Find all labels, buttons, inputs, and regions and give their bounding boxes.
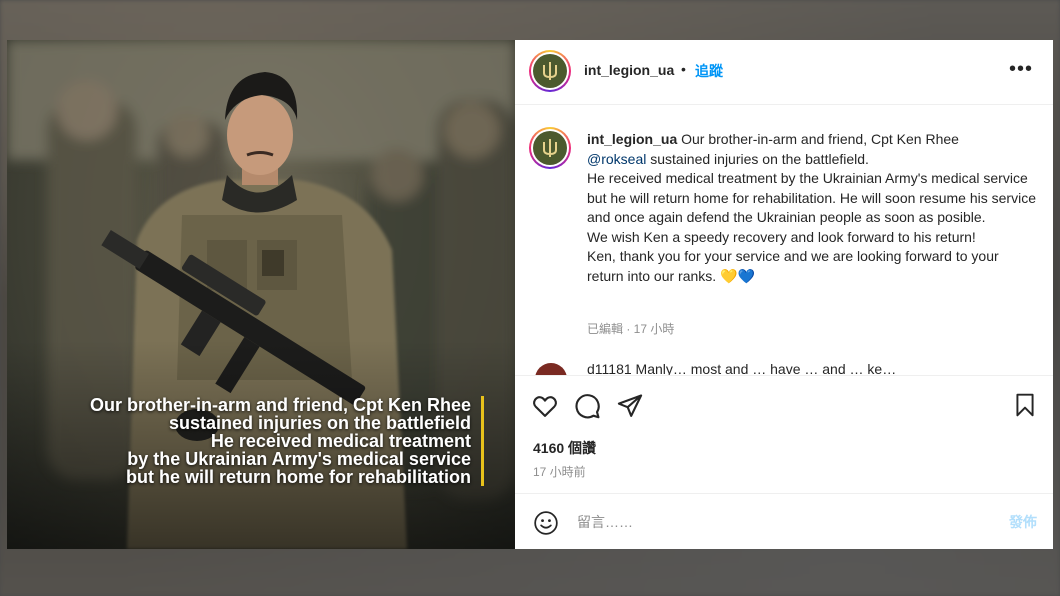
avatar[interactable] xyxy=(535,363,567,375)
photo-caption-line: by the Ukrainian Army's medical service xyxy=(127,449,471,469)
caption-text: int_legion_ua Our brother-in-arm and fri… xyxy=(587,130,1037,286)
post-details-panel: int_legion_ua • 追蹤 ••• int_legion_ua Our… xyxy=(515,40,1053,549)
comment-composer: 發佈 xyxy=(515,493,1053,549)
post-comment-button[interactable]: 發佈 xyxy=(1009,512,1037,532)
action-bar: 4160 個讚 17 小時前 xyxy=(515,375,1053,494)
photo-caption: Our brother-in-arm and friend, Cpt Ken R… xyxy=(90,396,471,486)
photo-caption-line: He received medical treatment xyxy=(210,431,471,451)
caption-username[interactable]: int_legion_ua xyxy=(587,131,677,147)
edited-timestamp: 已編輯 · 17 小時 xyxy=(587,322,675,336)
trident-icon xyxy=(543,62,557,80)
send-icon[interactable] xyxy=(616,392,644,420)
caption-accent-bar xyxy=(481,396,484,486)
blue-heart-icon: 💙 xyxy=(737,267,755,284)
more-horizontal-icon[interactable]: ••• xyxy=(1009,58,1033,81)
emoji-icon[interactable] xyxy=(533,510,559,536)
comment-icon[interactable] xyxy=(573,392,601,420)
yellow-heart-icon: 💛 xyxy=(720,267,738,284)
post-time[interactable]: 17 小時前 xyxy=(533,463,586,480)
photo-caption-line: sustained injuries on the battlefield xyxy=(168,413,471,433)
caption-paragraph: He received medical treatment by the Ukr… xyxy=(587,170,1036,225)
caption-paragraph: We wish Ken a speedy recovery and look f… xyxy=(587,228,976,245)
caption-section: int_legion_ua Our brother-in-arm and fri… xyxy=(515,105,1053,375)
mention-link[interactable]: @rokseal xyxy=(587,151,646,167)
comment-peek-text: d11181 Manly… most and … have … and … ke… xyxy=(587,363,897,375)
trident-icon xyxy=(543,139,557,157)
post-modal: Our brother-in-arm and friend, Cpt Ken R… xyxy=(7,40,1053,549)
caption-line: Ken, thank you for your service and we a… xyxy=(587,248,999,284)
post-header: int_legion_ua • 追蹤 ••• xyxy=(515,40,1053,105)
caption-line: sustained injuries on the battlefield. xyxy=(646,150,869,167)
photo-caption-line: Our brother-in-arm and friend, Cpt Ken R… xyxy=(89,395,471,415)
header-username[interactable]: int_legion_ua xyxy=(584,62,674,78)
likes-count[interactable]: 4160 個讚 xyxy=(533,438,596,458)
comment-input[interactable] xyxy=(575,510,959,534)
photo-caption-line: but he will return home for rehabilitati… xyxy=(125,467,471,487)
comment-peek: d11181 Manly… most and … have … and … ke… xyxy=(535,363,1035,375)
avatar[interactable] xyxy=(529,127,571,169)
separator-dot: • xyxy=(681,61,686,77)
bookmark-icon[interactable] xyxy=(1012,392,1038,418)
heart-icon[interactable] xyxy=(531,392,559,420)
follow-button[interactable]: 追蹤 xyxy=(695,61,723,81)
post-photo[interactable]: Our brother-in-arm and friend, Cpt Ken R… xyxy=(7,40,515,549)
caption-line: Our brother-in-arm and friend, Cpt Ken R… xyxy=(677,131,959,147)
avatar[interactable] xyxy=(529,50,571,92)
